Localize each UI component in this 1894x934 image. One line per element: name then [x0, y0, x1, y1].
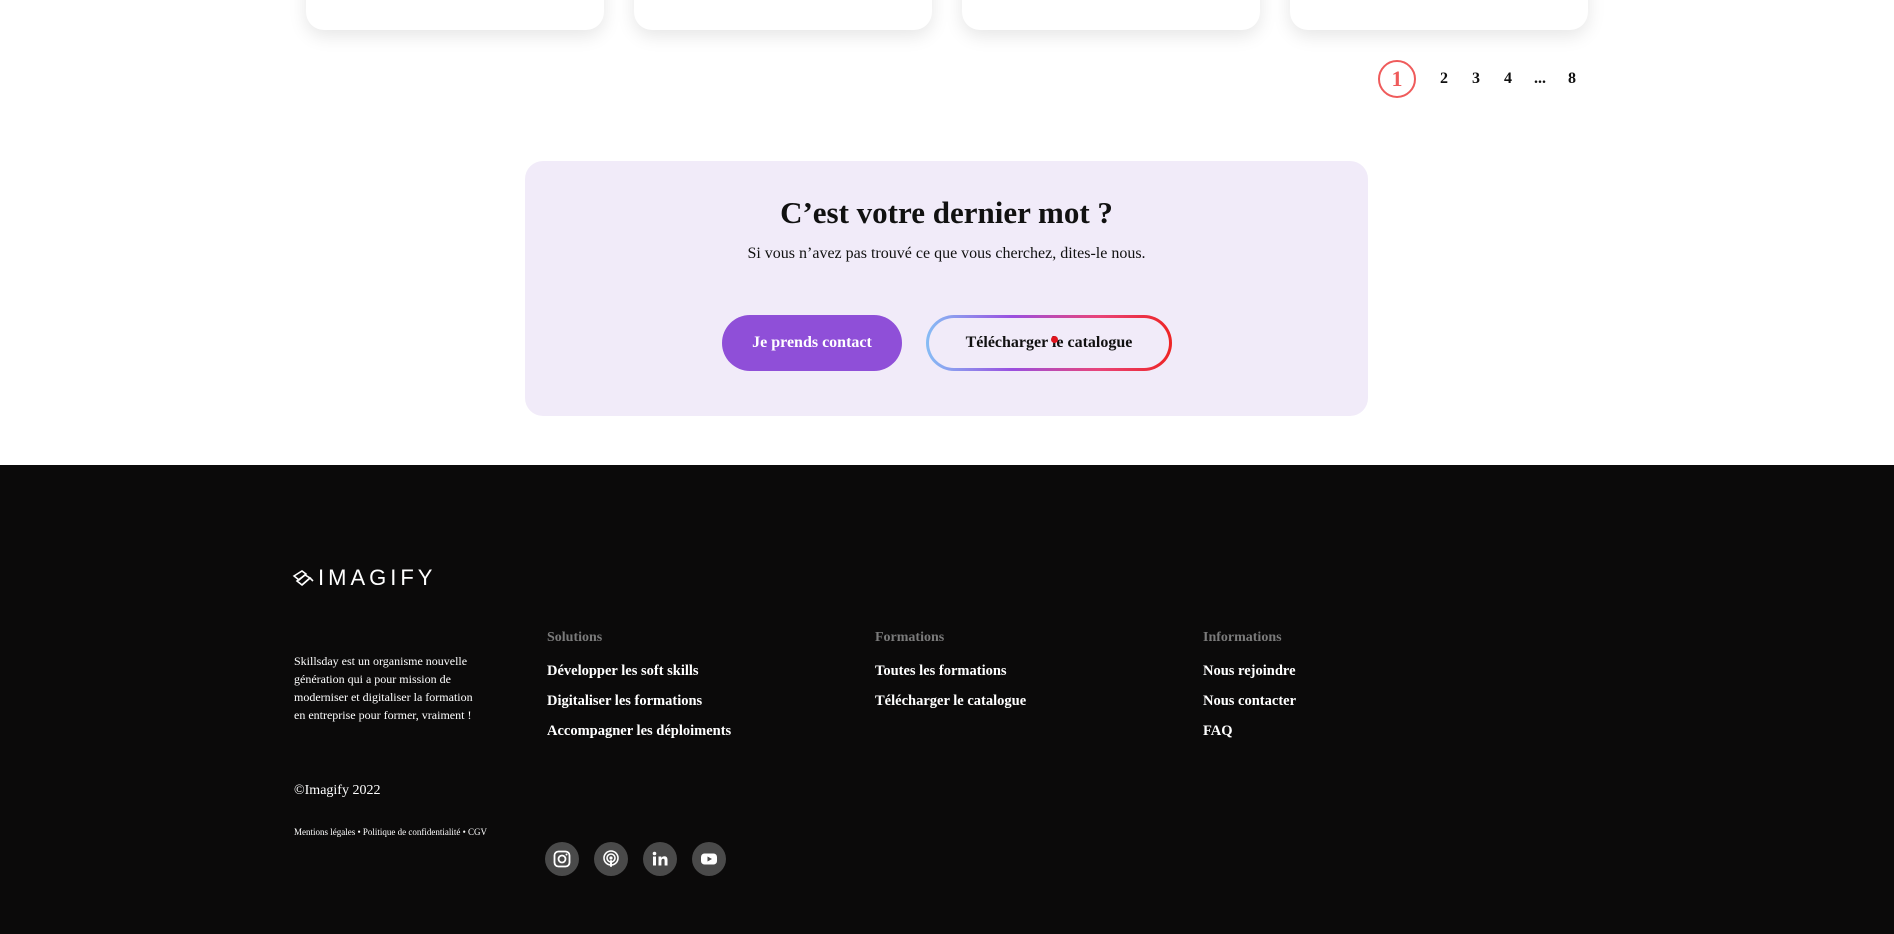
pagination: 1 2 3 4 ... 8 — [1378, 60, 1588, 98]
footer-link[interactable]: FAQ — [1203, 723, 1296, 753]
footer-logo[interactable]: IMAGIFY — [292, 565, 436, 591]
footer-column-solutions: Solutions Développer les soft skills Dig… — [547, 630, 731, 753]
download-catalogue-label: Télécharger le catalogue — [929, 318, 1169, 368]
logo-text: IMAGIFY — [318, 565, 437, 590]
page-ellipsis: ... — [1534, 70, 1546, 87]
column-title: Formations — [875, 630, 945, 645]
column-title: Solutions — [547, 630, 603, 645]
contact-button[interactable]: Je prends contact — [722, 315, 902, 371]
footer-link[interactable]: Nous contacter — [1203, 693, 1296, 723]
logo-icon — [292, 570, 314, 587]
footer-link[interactable]: Accompagner les déploiments — [547, 723, 731, 753]
footer-link[interactable]: Digitaliser les formations — [547, 693, 731, 723]
column-title: Informations — [1203, 630, 1282, 645]
cta-box: C’est votre dernier mot ? Si vous n’avez… — [525, 161, 1368, 416]
page-link[interactable]: 8 — [1556, 62, 1588, 96]
footer-legal-links[interactable]: Mentions légales • Politique de confiden… — [294, 827, 487, 837]
page-link[interactable]: 3 — [1460, 62, 1492, 96]
podcast-icon[interactable] — [594, 842, 628, 876]
course-card[interactable] — [1290, 0, 1588, 30]
footer-about: Skillsday est un organisme nouvelle géné… — [294, 654, 473, 722]
footer-column-informations: Informations Nous rejoindre Nous contact… — [1203, 630, 1296, 753]
footer: IMAGIFY Skillsday est un organisme nouve… — [0, 465, 1894, 934]
footer-link[interactable]: Toutes les formations — [875, 663, 1026, 693]
course-card[interactable] — [634, 0, 932, 30]
page-current[interactable]: 1 — [1378, 60, 1416, 98]
page-link[interactable]: 4 — [1492, 62, 1524, 96]
footer-copyright: ©Imagify 2022 — [294, 783, 381, 798]
youtube-icon[interactable] — [692, 842, 726, 876]
instagram-icon[interactable] — [545, 842, 579, 876]
download-catalogue-button[interactable]: Télécharger le catalogue — [926, 315, 1172, 371]
footer-link[interactable]: Télécharger le catalogue — [875, 693, 1026, 723]
social-links — [545, 842, 741, 876]
cta-subtitle: Si vous n’avez pas trouvé ce que vous ch… — [747, 245, 1146, 262]
page-link[interactable]: 2 — [1428, 62, 1460, 96]
footer-column-formations: Formations Toutes les formations Télécha… — [875, 630, 1026, 723]
course-card[interactable] — [306, 0, 604, 30]
footer-link[interactable]: Développer les soft skills — [547, 663, 731, 693]
course-card[interactable] — [962, 0, 1260, 30]
cta-title: C’est votre dernier mot ? — [780, 195, 1113, 230]
cursor-dot — [1051, 336, 1058, 343]
linkedin-icon[interactable] — [643, 842, 677, 876]
footer-link[interactable]: Nous rejoindre — [1203, 663, 1296, 693]
